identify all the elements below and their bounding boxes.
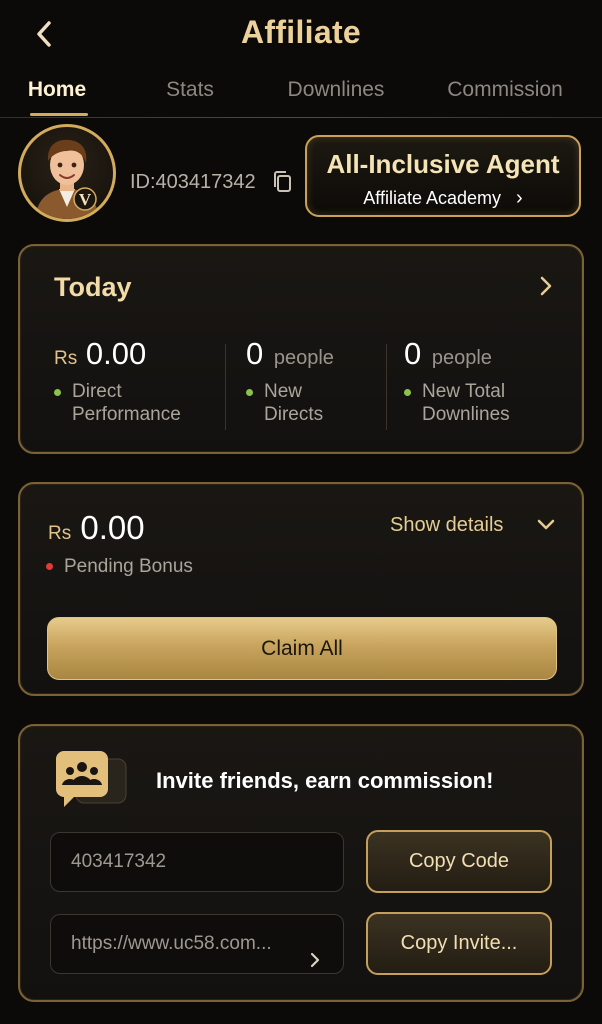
- bonus-number: 0.00: [80, 509, 145, 546]
- invite-title: Invite friends, earn commission!: [156, 768, 494, 793]
- tab-stats[interactable]: Stats: [150, 72, 230, 108]
- today-more-button[interactable]: [538, 274, 554, 298]
- show-details-button[interactable]: Show details: [390, 514, 503, 537]
- invite-card: Invite friends, earn commission! 4034173…: [18, 724, 584, 1002]
- copy-invite-button[interactable]: Copy Invite...: [366, 912, 552, 975]
- pending-bonus-text: Pending Bonus: [64, 556, 193, 577]
- claim-all-button[interactable]: Claim All: [47, 617, 557, 680]
- pending-bonus-card: Rs 0.00 Show details Pending Bonus Claim…: [18, 482, 584, 696]
- pending-bonus-label: Pending Bonus: [46, 556, 193, 578]
- avatar[interactable]: V: [18, 124, 116, 222]
- stat-label-line2: Performance: [72, 404, 181, 425]
- stat-label-line2: Directs: [264, 404, 324, 425]
- stat-new-directs: 0 people New Directs: [246, 336, 334, 426]
- chevron-right-icon: [540, 276, 552, 296]
- stat-value: Rs 0.00: [54, 336, 181, 372]
- tab-commission[interactable]: Commission: [438, 72, 572, 108]
- invite-code-field[interactable]: 403417342: [50, 832, 344, 892]
- invite-link-text: https://www.uc58.com...: [71, 933, 272, 954]
- avatar-badge-letter: V: [78, 190, 92, 209]
- stat-value: 0 people: [404, 336, 510, 372]
- today-card: Today Rs 0.00 Direct Performance 0 peopl…: [18, 244, 584, 454]
- stat-new-total-downlines: 0 people New Total Downlines: [404, 336, 510, 426]
- page-title: Affiliate: [240, 14, 362, 50]
- agent-level-card[interactable]: All-Inclusive Agent Affiliate Academy ›: [305, 135, 581, 217]
- stat-divider: [386, 344, 387, 430]
- chevron-right-icon: [309, 935, 321, 968]
- affiliate-academy-link[interactable]: Affiliate Academy ›: [307, 187, 579, 210]
- user-id: ID:403417342: [130, 171, 256, 193]
- status-dot: [46, 563, 53, 570]
- stat-direct-performance: Rs 0.00 Direct Performance: [54, 336, 181, 426]
- header-divider: [0, 117, 602, 118]
- currency-prefix: Rs: [54, 348, 78, 369]
- stat-value: 0 people: [246, 336, 334, 372]
- status-dot: [404, 389, 411, 396]
- active-tab-indicator: [30, 113, 88, 116]
- copy-code-button[interactable]: Copy Code: [366, 830, 552, 893]
- stat-number: 0: [246, 336, 264, 371]
- invite-link-field[interactable]: https://www.uc58.com...: [50, 914, 344, 974]
- stat-label-line1: New: [264, 381, 303, 402]
- stat-label: New Directs: [246, 380, 334, 426]
- copy-icon: [274, 171, 291, 192]
- today-title: Today: [54, 272, 132, 302]
- tab-downlines[interactable]: Downlines: [276, 72, 396, 108]
- currency-prefix: Rs: [48, 523, 72, 544]
- stat-label-line2: Downlines: [422, 404, 510, 425]
- stat-unit: people: [431, 347, 492, 369]
- stat-unit: people: [273, 347, 334, 369]
- avatar-illustration: [35, 139, 99, 219]
- stat-label: New Total Downlines: [404, 380, 510, 426]
- stat-number: 0.00: [85, 336, 147, 371]
- invite-friends-icon: [54, 751, 128, 811]
- stat-number: 0: [404, 336, 422, 371]
- bonus-amount: Rs 0.00: [48, 509, 145, 547]
- chevron-right-icon: ›: [516, 187, 523, 209]
- stat-label-line1: New Total: [422, 381, 506, 402]
- show-details-toggle[interactable]: [536, 518, 556, 532]
- tab-bar: Home Stats Downlines Commission: [0, 72, 602, 118]
- stat-label: Direct Performance: [54, 380, 181, 426]
- chevron-down-icon: [537, 519, 555, 530]
- status-dot: [54, 389, 61, 396]
- copy-id-button[interactable]: [272, 170, 294, 194]
- stat-divider: [225, 344, 226, 430]
- status-dot: [246, 389, 253, 396]
- tab-home[interactable]: Home: [18, 72, 96, 108]
- agent-title: All-Inclusive Agent: [326, 149, 560, 179]
- stat-label-line1: Direct: [72, 381, 122, 402]
- agent-subtitle: Affiliate Academy: [363, 188, 502, 208]
